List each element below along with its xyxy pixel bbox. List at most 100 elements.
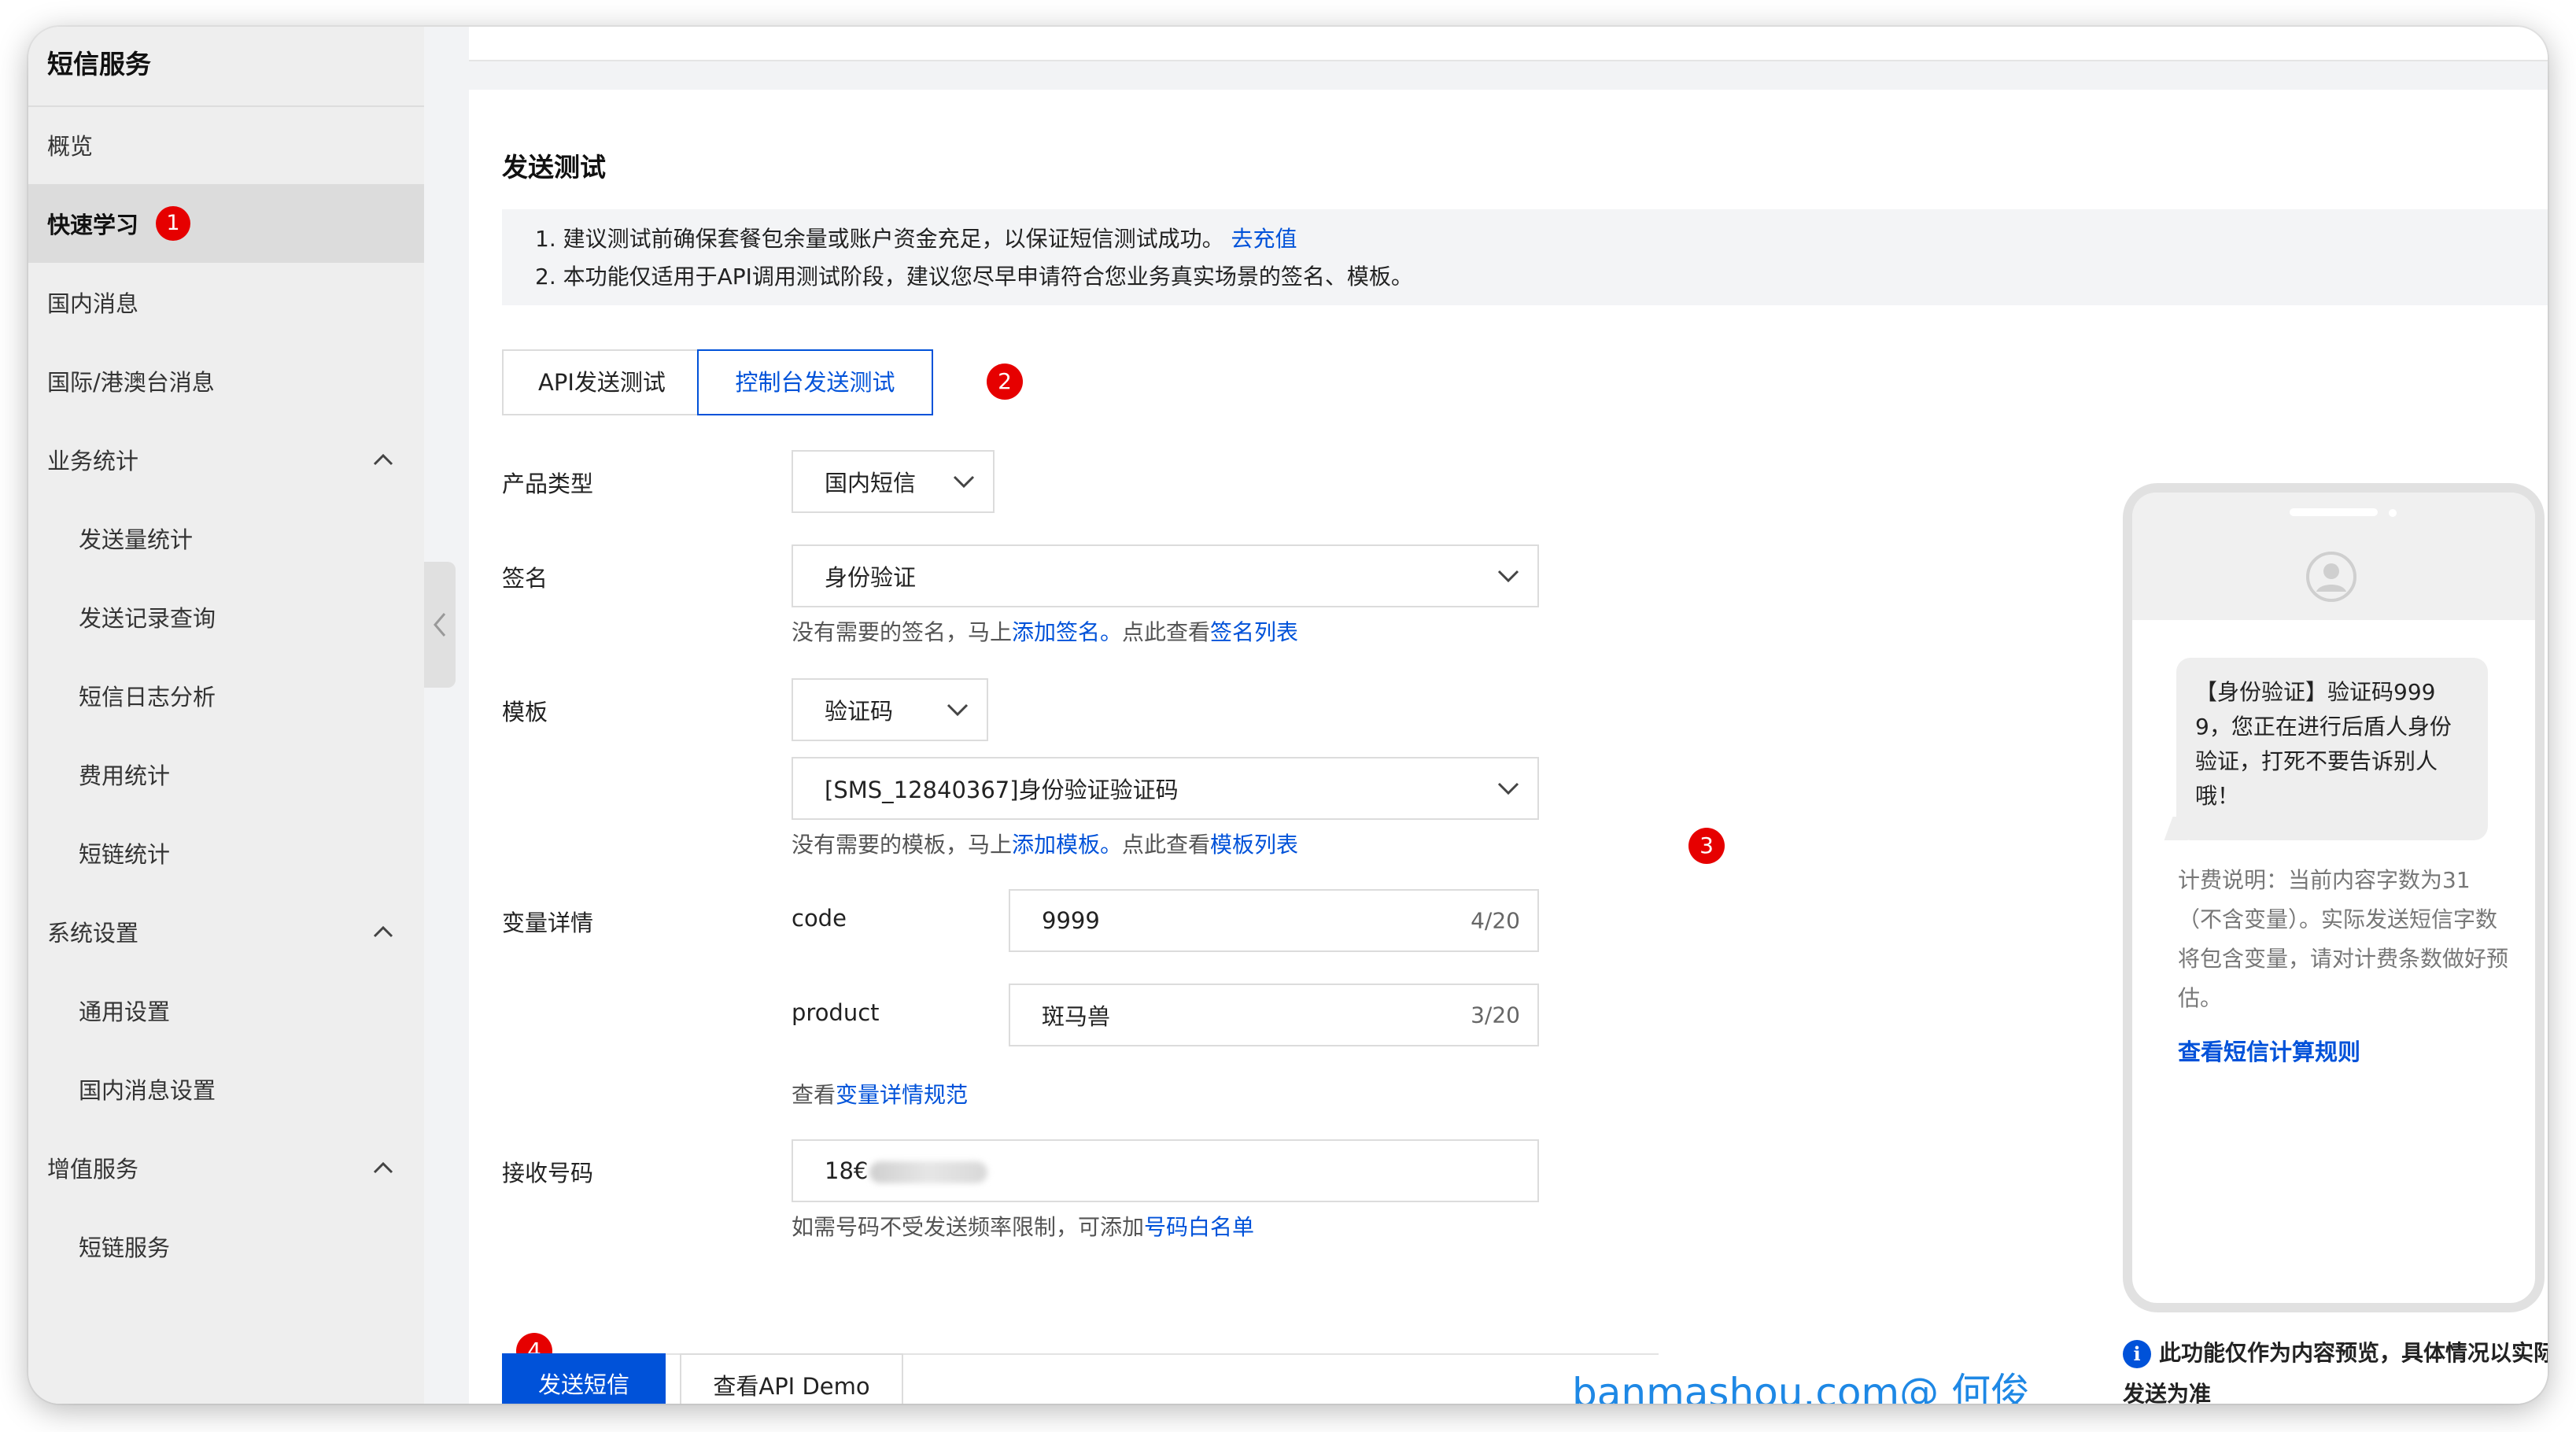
sidebar-item-label: 国内消息设置 [79,1077,216,1104]
api-demo-button[interactable]: 查看API Demo [680,1353,903,1404]
chevron-up-icon [373,1161,393,1174]
hint-text: 没有需要的模板，马上 [792,832,1013,858]
step-badge-3: 3 [1688,828,1725,864]
sidebar-item-log-analysis[interactable]: 短信日志分析 [28,656,424,735]
sign-value: 身份验证 [825,564,917,591]
template-label: 模板 [502,699,548,725]
notice-box: 1. 建议测试前确保套餐包余量或账户资金充足，以保证短信测试成功。 去充值 2.… [502,209,2548,305]
avatar-icon [2306,552,2356,602]
step-badge-1: 1 [156,206,191,241]
phone-camera [2389,509,2397,517]
add-template-link[interactable]: 添加模板。 [1012,832,1122,858]
variable-name-product: product [792,999,880,1026]
sidebar-item-general-settings[interactable]: 通用设置 [28,971,424,1050]
billing-note: 计费说明：当前内容字数为31（不含变量）。实际发送短信字数将包含变量，请对计费条… [2178,867,2509,1011]
watermark: banmashou.com@ 何俊 [1572,1370,2031,1404]
variables-label: 变量详情 [502,910,594,936]
sign-list-link[interactable]: 签名列表 [1210,619,1298,645]
preview-disclaimer-text: 此功能仅作为内容预览，具体情况以实际发送为准 [2123,1340,2548,1404]
add-sign-link[interactable]: 添加签名。 [1012,619,1122,645]
template-value: [SMS_12840367]身份验证验证码 [825,777,1179,803]
product-type-value: 国内短信 [825,470,917,496]
chevron-down-icon [1497,570,1519,583]
chevron-left-icon [434,613,446,637]
template-select[interactable]: [SMS_12840367]身份验证验证码 [792,757,1539,820]
sign-select[interactable]: 身份验证 [792,544,1539,607]
phone-hint: 如需号码不受发送频率限制，可添加号码白名单 [792,1210,1254,1242]
phone-number-visible: 18€ [825,1157,869,1184]
product-type-label: 产品类型 [502,471,594,497]
sidebar-item-cost-stats[interactable]: 费用统计 [28,735,424,814]
template-hint: 没有需要的模板，马上添加模板。点此查看模板列表 [792,828,1298,859]
hint-text: 如需号码不受发送频率限制，可添加 [792,1214,1145,1240]
message-bubble: 【身份验证】验证码9999，您正在进行后盾人身份验证，打死不要告诉别人哦！ [2176,658,2488,840]
sidebar-group-statistics[interactable]: 业务统计 [28,420,424,499]
message-preview-text: 【身份验证】验证码9999，您正在进行后盾人身份验证，打死不要告诉别人哦！ [2195,679,2452,809]
billing-rules-link[interactable]: 查看短信计算规则 [2178,1034,2360,1067]
hint-text: 没有需要的签名，马上 [792,619,1013,645]
sidebar-item-label: 国际/港澳台消息 [47,369,215,396]
whitelist-link[interactable]: 号码白名单 [1144,1214,1254,1240]
phone-number-redacted [869,1161,988,1183]
sidebar-item-label: 短链服务 [79,1235,171,1261]
variable-code-value: 9999 [1042,907,1100,934]
sidebar-item-domestic[interactable]: 国内消息 [28,263,424,341]
chevron-up-icon [373,453,393,466]
sidebar-item-label: 短信日志分析 [79,684,216,710]
step-badge-2: 2 [987,364,1023,400]
section-title: 发送测试 [502,152,606,183]
chevron-up-icon [373,925,393,938]
preview-disclaimer: i 此功能仅作为内容预览，具体情况以实际发送为准 [2123,1333,2548,1404]
sidebar-item-label: 快速学习 [47,212,139,238]
sidebar-item-label: 通用设置 [79,998,171,1025]
variable-product-input[interactable]: 斑马兽 3/20 [1009,984,1539,1046]
hint-text: 查看 [792,1082,836,1108]
template-type-select[interactable]: 验证码 [792,678,988,741]
sidebar-group-settings[interactable]: 系统设置 [28,892,424,971]
sidebar-item-shortlink-stats[interactable]: 短链统计 [28,814,424,892]
notice-text: 1. 建议测试前确保套餐包余量或账户资金充足，以保证短信测试成功。 [535,226,1224,252]
char-counter: 4/20 [1471,907,1520,934]
phone-number-value: 18€ [825,1157,988,1184]
sidebar-item-quick-learn[interactable]: 快速学习 1 [28,184,424,263]
send-sms-button[interactable]: 发送短信 [502,1353,666,1404]
sidebar-item-label: 费用统计 [79,762,171,789]
template-type-value: 验证码 [825,698,894,725]
sign-hint: 没有需要的签名，马上添加签名。点此查看签名列表 [792,615,1298,647]
previous-card [469,27,2548,61]
tab-api-test[interactable]: API发送测试 [502,349,702,415]
sidebar-item-send-records[interactable]: 发送记录查询 [28,578,424,656]
sidebar-item-label: 概览 [47,133,94,160]
sidebar-collapse-handle[interactable] [424,562,456,688]
sidebar-item-overview[interactable]: 概览 [28,105,424,184]
hint-text: 点此查看 [1122,619,1211,645]
phone-header [2132,493,2535,620]
tab-console-test[interactable]: 控制台发送测试 [697,349,933,415]
hint-text: 点此查看 [1122,832,1211,858]
chevron-down-icon [953,475,975,489]
notice-line-1: 1. 建议测试前确保套餐包余量或账户资金充足，以保证短信测试成功。 去充值 [535,222,1297,253]
sign-label: 签名 [502,565,548,592]
chevron-down-icon [947,703,969,717]
sidebar-item-label: 发送记录查询 [79,605,216,632]
sidebar-title: 短信服务 [28,27,424,107]
sidebar-item-shortlink-service[interactable]: 短链服务 [28,1207,424,1286]
app-window: 短信服务 概览 快速学习 1 国内消息 国际/港澳台消息 业务统计 发送量统计 … [28,27,2548,1404]
variable-spec-link[interactable]: 变量详情规范 [836,1082,968,1108]
recharge-link[interactable]: 去充值 [1231,226,1297,252]
char-counter: 3/20 [1471,1002,1520,1028]
sidebar-item-label: 短链统计 [79,841,171,868]
sidebar: 短信服务 概览 快速学习 1 国内消息 国际/港澳台消息 业务统计 发送量统计 … [28,27,424,1404]
sidebar-group-value-added[interactable]: 增值服务 [28,1128,424,1207]
sidebar-item-send-volume[interactable]: 发送量统计 [28,499,424,578]
sidebar-item-domestic-settings[interactable]: 国内消息设置 [28,1050,424,1128]
main-content: 发送测试 1. 建议测试前确保套餐包余量或账户资金充足，以保证短信测试成功。 去… [469,27,2548,1404]
template-list-link[interactable]: 模板列表 [1210,832,1298,858]
sidebar-item-label: 发送量统计 [79,526,194,553]
sidebar-item-international[interactable]: 国际/港澳台消息 [28,341,424,420]
variable-code-input[interactable]: 9999 4/20 [1009,889,1539,952]
product-type-select[interactable]: 国内短信 [792,450,995,513]
variable-name-code: code [792,905,847,932]
phone-number-input[interactable]: 18€ [792,1139,1539,1202]
phone-speaker [2290,508,2378,516]
